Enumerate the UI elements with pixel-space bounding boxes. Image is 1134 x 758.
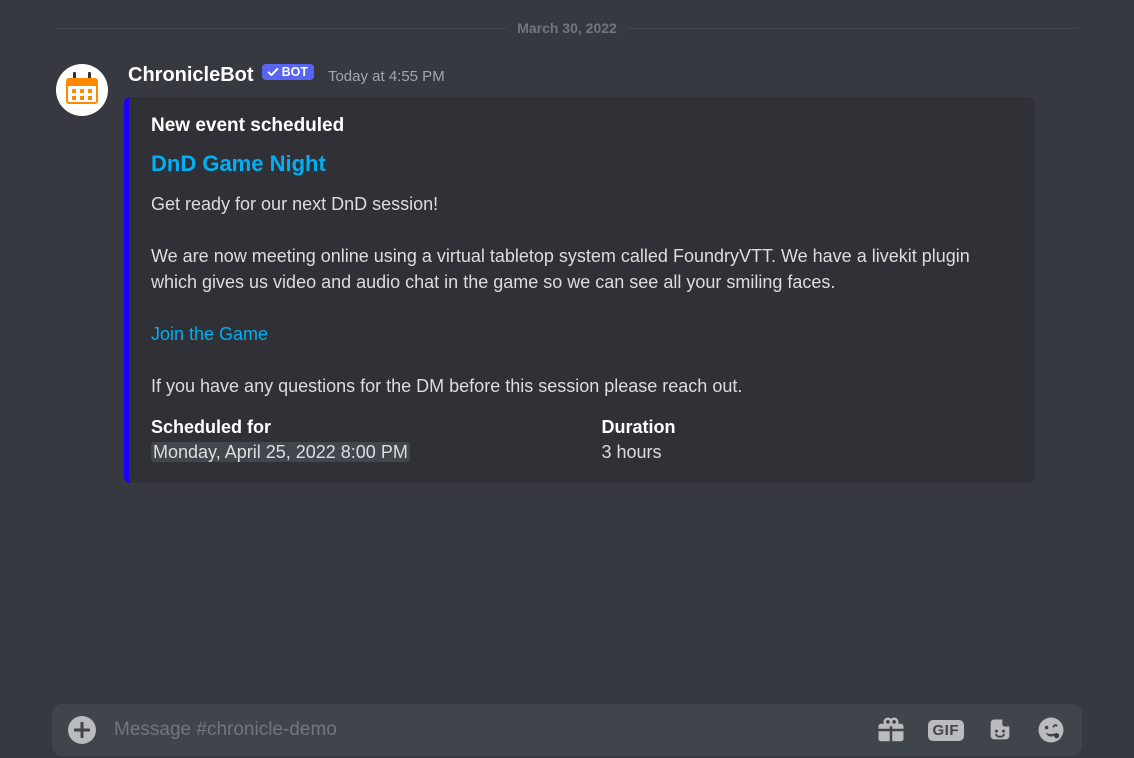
bot-tag-label: BOT <box>282 65 308 79</box>
bot-tag: BOT <box>262 64 314 80</box>
embed-paragraph: If you have any questions for the DM bef… <box>151 373 1012 399</box>
username[interactable]: ChronicleBot <box>128 64 254 87</box>
calendar-icon <box>60 68 104 112</box>
message-header: ChronicleBot BOT Today at 4:55 PM <box>128 64 1078 87</box>
gift-icon[interactable] <box>876 715 906 745</box>
join-link[interactable]: Join the Game <box>151 324 268 344</box>
sticker-icon[interactable] <box>986 716 1014 744</box>
field-value: Monday, April 25, 2022 8:00 PM <box>151 442 562 463</box>
message-input[interactable]: Message #chronicle-demo <box>114 719 858 741</box>
embed-paragraph: We are now meeting online using a virtua… <box>151 243 1012 295</box>
embed-link-line: Join the Game <box>151 321 1012 347</box>
attach-button[interactable] <box>68 716 96 744</box>
input-actions: GIF <box>876 715 1067 745</box>
embed-fields: Scheduled for Monday, April 25, 2022 8:0… <box>151 417 1012 463</box>
plus-icon <box>74 722 90 738</box>
embed-field-scheduled: Scheduled for Monday, April 25, 2022 8:0… <box>151 417 562 463</box>
date-divider-label: March 30, 2022 <box>507 20 627 36</box>
gif-label: GIF <box>928 720 965 741</box>
verified-check-icon <box>266 65 280 79</box>
field-value: 3 hours <box>602 442 1013 463</box>
avatar[interactable] <box>56 64 108 116</box>
timestamp: Today at 4:55 PM <box>328 68 445 85</box>
field-name: Duration <box>602 417 1013 438</box>
message-row: ChronicleBot BOT Today at 4:55 PM New ev… <box>16 64 1118 483</box>
chat-area: March 30, 2022 ChronicleBot <box>0 20 1134 758</box>
embed-title[interactable]: DnD Game Night <box>151 151 1012 177</box>
embed-field-duration: Duration 3 hours <box>602 417 1013 463</box>
embed-paragraph: Get ready for our next DnD session! <box>151 191 1012 217</box>
embed: New event scheduled DnD Game Night Get r… <box>124 97 1034 483</box>
time-chip: Monday, April 25, 2022 8:00 PM <box>151 442 410 462</box>
message-content: ChronicleBot BOT Today at 4:55 PM New ev… <box>124 64 1078 483</box>
emoji-icon[interactable] <box>1036 715 1066 745</box>
gif-button[interactable]: GIF <box>928 720 965 741</box>
embed-author: New event scheduled <box>151 115 1012 137</box>
date-divider: March 30, 2022 <box>56 20 1078 36</box>
message-input-bar[interactable]: Message #chronicle-demo GIF <box>52 704 1082 756</box>
field-name: Scheduled for <box>151 417 562 438</box>
embed-description: Get ready for our next DnD session! We a… <box>151 191 1012 399</box>
